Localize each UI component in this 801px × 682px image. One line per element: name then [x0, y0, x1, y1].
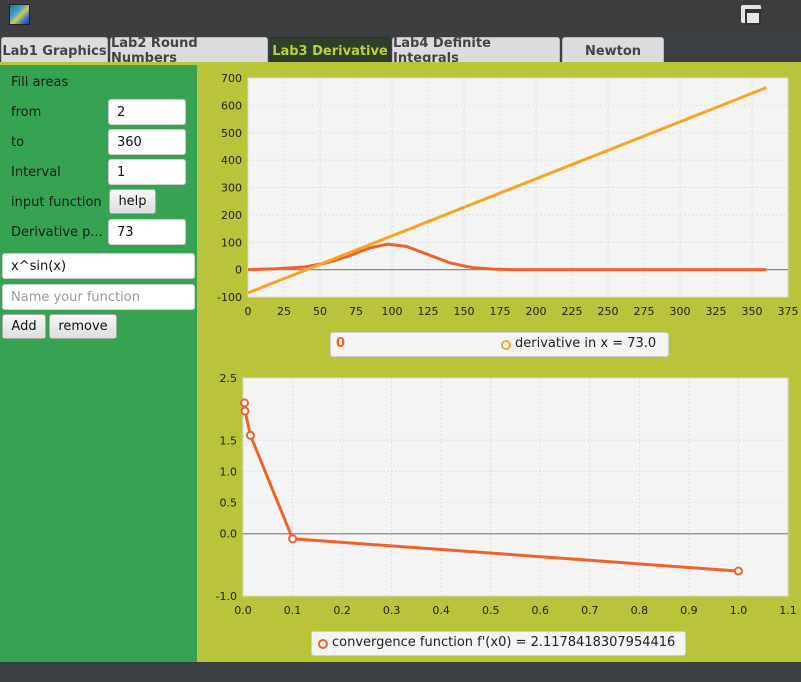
title-bar: [0, 0, 801, 30]
legend-convergence-label: convergence function f'(x0) = 2.11784183…: [332, 635, 676, 650]
derivative-point-label: Derivative p...: [11, 225, 103, 240]
x-tick-label: 0.0: [234, 604, 252, 617]
x-tick-label: 25: [277, 305, 291, 318]
from-label: from: [11, 105, 42, 120]
data-point-marker: [239, 398, 249, 408]
interval-label: Interval: [11, 165, 61, 180]
x-tick-label: 250: [598, 305, 619, 318]
data-point-marker: [245, 430, 255, 440]
y-tick-label: 400: [221, 154, 242, 167]
app-icon: [9, 4, 30, 25]
to-label: to: [11, 135, 25, 150]
x-tick-label: 0.7: [581, 604, 599, 617]
top-chart-legend: 0 derivative in x = 73.0: [330, 332, 669, 357]
x-tick-label: 150: [454, 305, 475, 318]
charts-canvas: 0 25 50 75 100 125 150 175 200 225 250 275 300 325 350…: [216, 72, 799, 617]
y-tick-label: 100: [221, 236, 242, 249]
y-tick-label: 600: [221, 99, 242, 112]
y-tick-label: 2.5: [220, 372, 238, 385]
legend-empty-symbol: 0: [336, 336, 346, 351]
tab-strip: Lab1 Graphics Lab2 Round Numbers Lab3 De…: [0, 30, 801, 66]
tab-lab3-derivative[interactable]: Lab3 Derivative: [270, 37, 390, 64]
x-tick-label: 50: [313, 305, 327, 318]
sidebar: Fill areas from 2 to 360 Interval 1 inpu…: [0, 65, 197, 662]
x-tick-label: 0.9: [680, 604, 698, 617]
y-tick-label: 700: [221, 72, 242, 85]
x-tick-label: 125: [418, 305, 439, 318]
x-tick-label: 1.0: [730, 604, 748, 617]
x-tick-label: 275: [634, 305, 655, 318]
add-button[interactable]: Add: [2, 314, 46, 339]
x-tick-label: 200: [526, 305, 547, 318]
x-tick-label: 0.1: [284, 604, 302, 617]
data-point-marker: [240, 406, 250, 416]
y-tick-label: -1.0: [216, 590, 237, 603]
tab-lab2-round-numbers[interactable]: Lab2 Round Numbers: [110, 36, 268, 66]
chart-area: 0 25 50 75 100 125 150 175 200 225 250 275 300 325 350…: [197, 65, 801, 662]
data-point-marker: [288, 534, 298, 544]
tab-newton[interactable]: Newton: [562, 37, 664, 64]
x-tick-label: 325: [706, 305, 727, 318]
tab-lab4-definite-integrals[interactable]: Lab4 Definite Integrals: [392, 36, 560, 66]
x-tick-label: 0: [245, 305, 252, 318]
y-tick-label: 300: [221, 182, 242, 195]
x-tick-label: 0.4: [432, 604, 450, 617]
status-bar: [0, 662, 801, 682]
x-tick-label: 0.2: [333, 604, 351, 617]
y-tick-label: 0.5: [220, 497, 238, 510]
input-function-label: input function: [11, 195, 102, 210]
y-tick-label: 1.0: [220, 465, 238, 478]
x-tick-label: 0.8: [631, 604, 649, 617]
function-name-input[interactable]: Name your function: [2, 284, 195, 310]
y-tick-label: -100: [217, 291, 242, 304]
x-tick-label: 300: [670, 305, 691, 318]
data-point-marker: [733, 566, 743, 576]
fill-areas-label: Fill areas: [11, 75, 69, 90]
legend-convergence-marker: [318, 639, 328, 649]
y-tick-label: 200: [221, 209, 242, 222]
x-tick-label: 225: [562, 305, 583, 318]
y-tick-label: 0: [235, 264, 242, 277]
remove-button[interactable]: remove: [49, 314, 117, 339]
x-tick-label: 0.3: [383, 604, 401, 617]
y-tick-label: 1.5: [220, 434, 238, 447]
window-restore-icon[interactable]: [741, 5, 761, 25]
from-input[interactable]: 2: [108, 99, 186, 125]
derivative-point-input[interactable]: 73: [108, 219, 186, 245]
bottom-chart-legend: convergence function f'(x0) = 2.11784183…: [311, 631, 686, 656]
to-input[interactable]: 360: [108, 129, 186, 155]
tab-lab1-graphics[interactable]: Lab1 Graphics: [1, 37, 108, 64]
y-tick-label: 0.0: [220, 528, 238, 541]
x-tick-label: 75: [349, 305, 363, 318]
x-tick-label: 375: [778, 305, 799, 318]
function-input[interactable]: x^sin(x): [2, 253, 195, 279]
help-button[interactable]: help: [109, 189, 156, 214]
legend-derivative-label: derivative in x = 73.0: [515, 336, 657, 351]
x-tick-label: 350: [742, 305, 763, 318]
plot-background-1: [242, 377, 789, 597]
x-tick-label: 1.1: [779, 604, 797, 617]
x-tick-label: 175: [490, 305, 511, 318]
interval-input[interactable]: 1: [108, 159, 186, 185]
x-tick-label: 0.5: [482, 604, 500, 617]
y-tick-label: 500: [221, 127, 242, 140]
x-tick-label: 100: [382, 305, 403, 318]
legend-derivative-marker: [501, 340, 511, 350]
x-tick-label: 0.6: [532, 604, 550, 617]
